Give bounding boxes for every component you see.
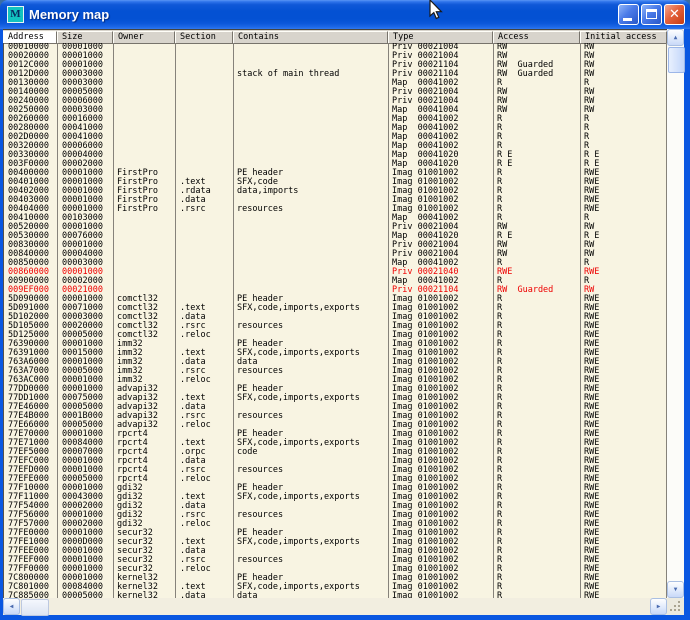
- scroll-down-button[interactable]: ▼: [667, 581, 684, 598]
- cell-contains: SFX,code,imports,exports: [237, 493, 360, 502]
- column-divider: [113, 43, 114, 598]
- column-divider: [233, 43, 234, 598]
- cell-section: .rsrc: [180, 205, 206, 214]
- cell-contains: resources: [237, 412, 283, 421]
- memory-map-content: Address Size Owner Section Contains Type…: [3, 29, 684, 615]
- maximize-icon: [646, 9, 657, 19]
- cell-contains: resources: [237, 556, 283, 565]
- window-controls: ✕: [618, 4, 685, 25]
- cell-contains: resources: [237, 466, 283, 475]
- app-icon: M: [7, 6, 24, 23]
- cell-access: RW Guarded: [497, 286, 553, 295]
- column-divider: [57, 43, 58, 598]
- close-icon: ✕: [665, 5, 684, 24]
- up-arrow-icon: ▲: [674, 35, 678, 41]
- mouse-cursor: [429, 0, 445, 22]
- minimize-button[interactable]: [618, 4, 639, 25]
- cell-contains: code: [237, 448, 257, 457]
- cell-owner: FirstPro: [117, 205, 158, 214]
- cell-section: .reloc: [180, 565, 211, 574]
- horizontal-scroll-thumb[interactable]: [21, 599, 49, 616]
- column-divider: [388, 43, 389, 598]
- cell-contains: SFX,code,imports,exports: [237, 538, 360, 547]
- cell-contains: SFX,code,imports,exports: [237, 394, 360, 403]
- cell-access: RW Guarded: [497, 70, 553, 79]
- cell-contains: resources: [237, 205, 283, 214]
- vertical-scroll-thumb[interactable]: [668, 47, 685, 73]
- scroll-right-button[interactable]: ▶: [650, 598, 667, 615]
- window-title: Memory map: [29, 6, 109, 23]
- resize-grip[interactable]: [667, 598, 684, 615]
- cell-contains: data,imports: [237, 187, 298, 196]
- table-header: Address Size Owner Section Contains Type…: [3, 29, 667, 43]
- cell-section: .reloc: [180, 475, 211, 484]
- scroll-left-button[interactable]: ◀: [3, 598, 20, 615]
- cell-section: .reloc: [180, 421, 211, 430]
- vertical-scrollbar[interactable]: ▲ ▼: [667, 29, 684, 598]
- column-divider: [493, 43, 494, 598]
- column-divider: [175, 43, 176, 598]
- minimize-icon: [623, 18, 632, 21]
- column-divider: [3, 43, 4, 598]
- cell-contains: resources: [237, 367, 283, 376]
- memory-map-window: M Memory map ✕ Address Size Owner Sectio…: [0, 0, 690, 620]
- cell-section: .reloc: [180, 331, 211, 340]
- column-divider: [580, 43, 581, 598]
- cell-section: .reloc: [180, 520, 211, 529]
- horizontal-scrollbar[interactable]: ◀ ▶: [3, 598, 667, 615]
- down-arrow-icon: ▼: [674, 587, 678, 593]
- cell-section: .reloc: [180, 376, 211, 385]
- cell-contains: SFX,code,imports,exports: [237, 304, 360, 313]
- right-arrow-icon: ▶: [657, 604, 661, 610]
- memory-table-body: 0001000000001000Priv 00021004RWRW0002000…: [3, 43, 667, 598]
- cell-contains: stack of main thread: [237, 70, 339, 79]
- maximize-button[interactable]: [641, 4, 662, 25]
- cell-contains: resources: [237, 322, 283, 331]
- scroll-up-button[interactable]: ▲: [667, 29, 684, 46]
- title-bar[interactable]: M Memory map ✕: [0, 0, 690, 29]
- close-button[interactable]: ✕: [664, 4, 685, 25]
- left-arrow-icon: ◀: [10, 604, 14, 610]
- cell-contains: resources: [237, 511, 283, 520]
